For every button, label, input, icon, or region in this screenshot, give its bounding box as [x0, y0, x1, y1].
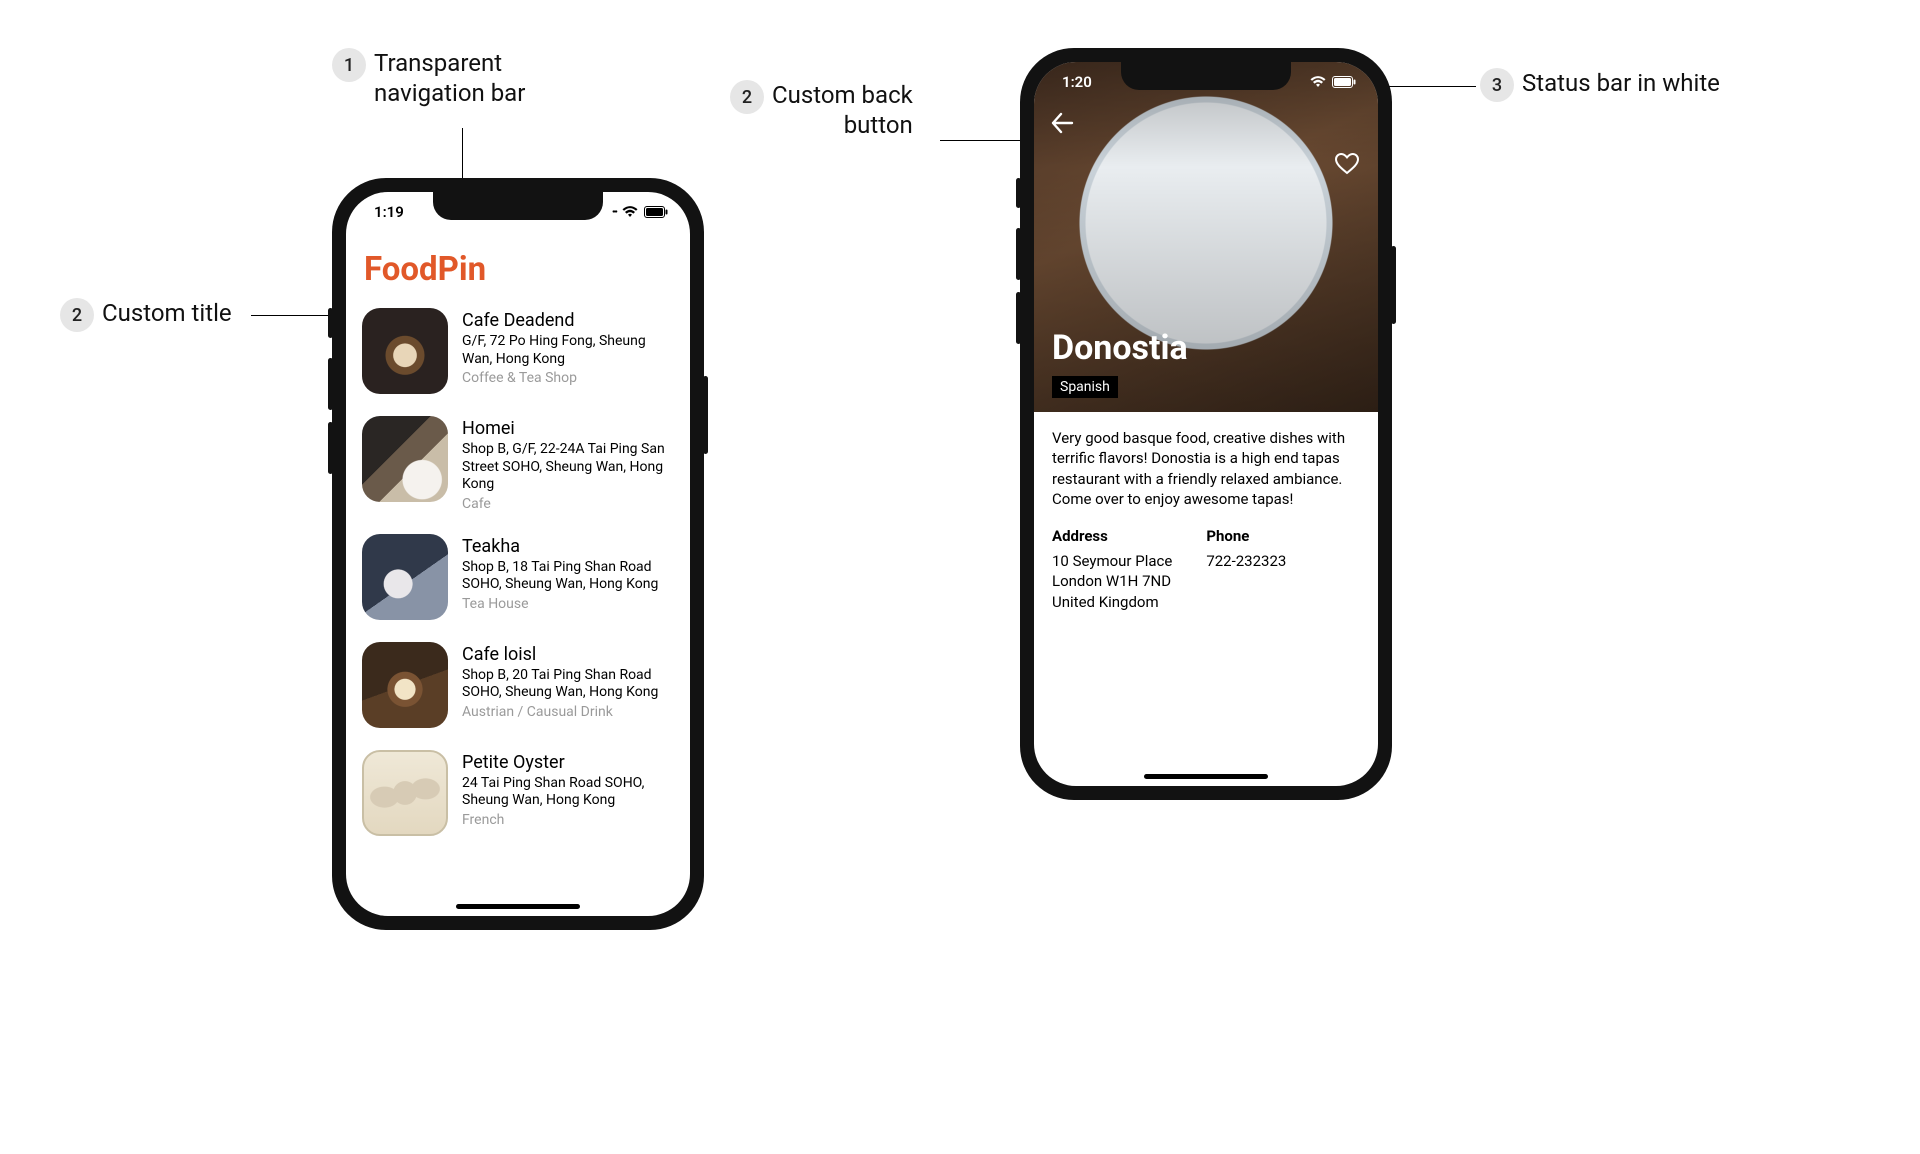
restaurant-type: French — [462, 812, 674, 828]
address-label: Address — [1052, 527, 1172, 545]
list-item-text: Cafe Deadend G/F, 72 Po Hing Fong, Sheun… — [462, 308, 674, 394]
annotation-text: Custom backbutton — [772, 80, 913, 140]
battery-icon — [1332, 76, 1356, 88]
back-button[interactable] — [1050, 112, 1074, 134]
list-item[interactable]: Cafe Deadend G/F, 72 Po Hing Fong, Sheun… — [362, 298, 674, 406]
list-item-text: Teakha Shop B, 18 Tai Ping Shan Road SOH… — [462, 534, 674, 620]
annotation-number: 3 — [1480, 68, 1514, 102]
phone-value: 722-232323 — [1206, 551, 1286, 571]
restaurant-name: Cafe Deadend — [462, 310, 674, 331]
restaurant-name: Petite Oyster — [462, 752, 674, 773]
restaurant-type: Cafe — [462, 496, 674, 512]
list-item-text: Petite Oyster 24 Tai Ping Shan Road SOHO… — [462, 750, 674, 836]
screen: 1:20 Donostia Spanish Very g — [1034, 62, 1378, 786]
phone-block: Phone 722-232323 — [1206, 527, 1286, 612]
phone-label: Phone — [1206, 527, 1286, 545]
restaurant-description: Very good basque food, creative dishes w… — [1052, 428, 1360, 509]
annotation-status-white: 3 Status bar in white — [1480, 68, 1720, 102]
restaurant-type: Coffee & Tea Shop — [462, 370, 674, 386]
restaurant-thumbnail — [362, 308, 448, 394]
phone-mockup-list: 1:19 ••• FoodPin Cafe Deadend G/F, 72 Po… — [332, 178, 704, 930]
cellular-icon: ••• — [612, 207, 616, 218]
status-icons: ••• — [612, 206, 668, 218]
annotation-text: Custom title — [102, 298, 232, 328]
restaurant-thumbnail — [362, 534, 448, 620]
battery-icon — [644, 206, 668, 218]
restaurant-address: Shop B, 18 Tai Ping Shan Road SOHO, Sheu… — [462, 559, 674, 594]
address-block: Address 10 Seymour PlaceLondon W1H 7NDUn… — [1052, 527, 1172, 612]
annotation-number: 1 — [332, 48, 366, 82]
home-indicator[interactable] — [456, 904, 580, 909]
list-item-text: Cafe loisl Shop B, 20 Tai Ping Shan Road… — [462, 642, 674, 728]
annotation-custom-title: 2 Custom title — [60, 298, 232, 332]
status-time: 1:20 — [1062, 73, 1092, 91]
wifi-icon — [1310, 76, 1326, 88]
restaurant-detail-body: Very good basque food, creative dishes w… — [1034, 412, 1378, 628]
annotation-custom-back: 2 Custom backbutton — [730, 80, 913, 140]
restaurant-name: Teakha — [462, 536, 674, 557]
annotation-line — [1384, 86, 1476, 87]
address-value: 10 Seymour PlaceLondon W1H 7NDUnited Kin… — [1052, 551, 1172, 612]
list-item[interactable]: Homei Shop B, G/F, 22-24A Tai Ping San S… — [362, 406, 674, 524]
wifi-icon — [622, 206, 638, 218]
annotation-number: 2 — [730, 80, 764, 114]
status-time: 1:19 — [374, 203, 404, 221]
restaurant-thumbnail — [362, 642, 448, 728]
restaurant-address: G/F, 72 Po Hing Fong, Sheung Wan, Hong K… — [462, 333, 674, 368]
phone-mockup-detail: 1:20 Donostia Spanish Very g — [1020, 48, 1392, 800]
favorite-button[interactable] — [1334, 152, 1360, 176]
restaurant-address: Shop B, G/F, 22-24A Tai Ping San Street … — [462, 441, 674, 494]
list-item[interactable]: Petite Oyster 24 Tai Ping Shan Road SOHO… — [362, 740, 674, 848]
notch — [1121, 62, 1291, 90]
home-indicator[interactable] — [1144, 774, 1268, 779]
restaurant-thumbnail — [362, 416, 448, 502]
annotation-number: 2 — [60, 298, 94, 332]
annotation-text: Status bar in white — [1522, 68, 1720, 98]
restaurant-type: Tea House — [462, 596, 674, 612]
restaurant-hero-image: 1:20 Donostia Spanish — [1034, 62, 1378, 412]
restaurant-address: 24 Tai Ping Shan Road SOHO, Sheung Wan, … — [462, 775, 674, 810]
restaurant-address: Shop B, 20 Tai Ping Shan Road SOHO, Sheu… — [462, 667, 674, 702]
list-item[interactable]: Teakha Shop B, 18 Tai Ping Shan Road SOH… — [362, 524, 674, 632]
page-title: FoodPin — [364, 250, 486, 289]
restaurant-title: Donostia — [1052, 328, 1188, 368]
restaurant-list[interactable]: Cafe Deadend G/F, 72 Po Hing Fong, Sheun… — [346, 298, 690, 916]
notch — [433, 192, 603, 220]
restaurant-thumbnail — [362, 750, 448, 836]
annotation-transparent-nav: 1 Transparentnavigation bar — [332, 48, 525, 108]
restaurant-name: Homei — [462, 418, 674, 439]
list-item-text: Homei Shop B, G/F, 22-24A Tai Ping San S… — [462, 416, 674, 512]
screen: 1:19 ••• FoodPin Cafe Deadend G/F, 72 Po… — [346, 192, 690, 916]
annotation-text: Transparentnavigation bar — [374, 48, 525, 108]
restaurant-name: Cafe loisl — [462, 644, 674, 665]
restaurant-category-badge: Spanish — [1052, 376, 1118, 398]
list-item[interactable]: Cafe loisl Shop B, 20 Tai Ping Shan Road… — [362, 632, 674, 740]
restaurant-type: Austrian / Causual Drink — [462, 704, 674, 720]
status-icons — [1310, 76, 1356, 88]
